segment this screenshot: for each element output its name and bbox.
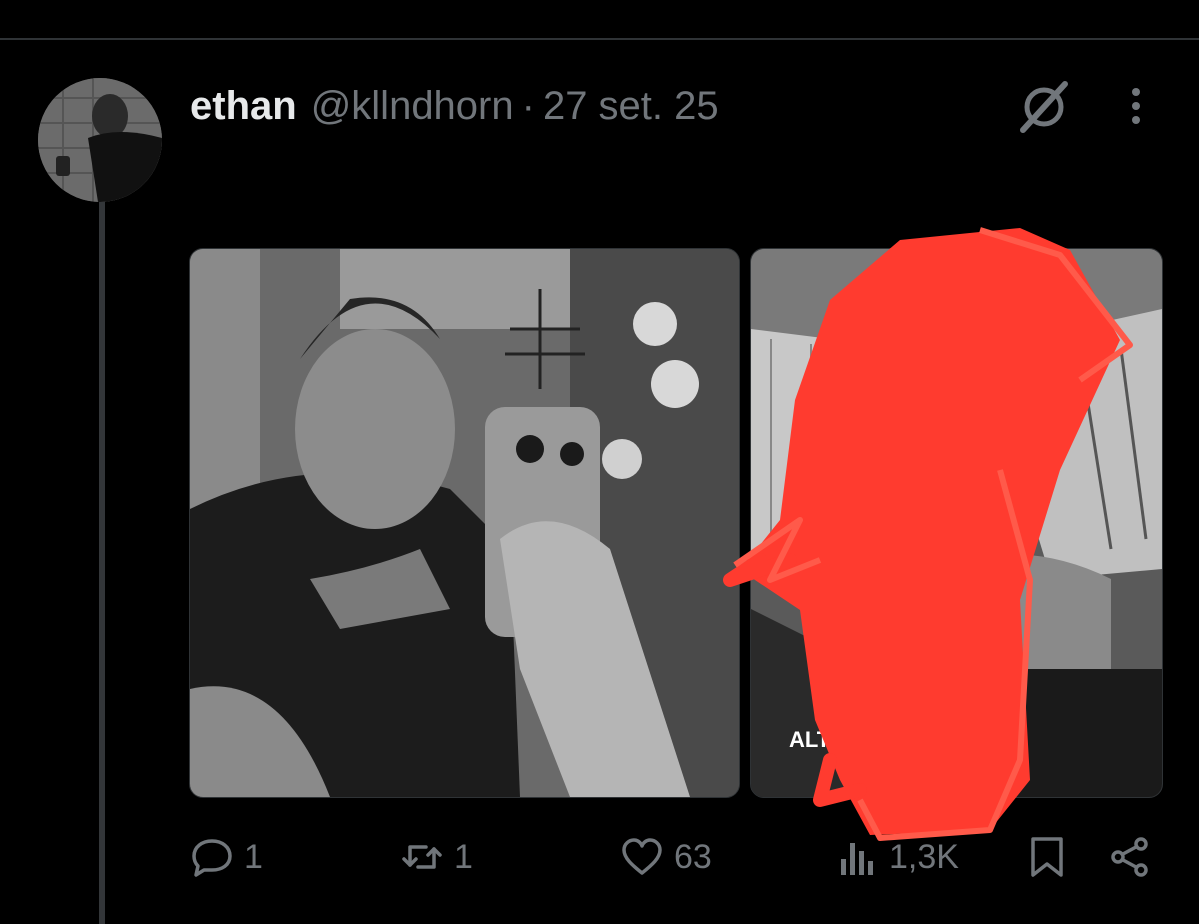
grok-icon[interactable] [1015,78,1073,136]
like-button[interactable]: 63 [620,830,712,884]
author-handle[interactable]: @kllndhorn [311,84,514,129]
retweet-icon [402,845,442,869]
post-date[interactable]: 27 set. 25 [543,84,719,129]
post-header: ethan @kllndhorn · 27 set. 25 [190,80,719,132]
separator-dot: · [521,83,535,128]
avatar[interactable] [38,78,162,202]
views-button[interactable]: 1,3K [835,830,959,884]
alt-badge[interactable]: ALT [789,727,830,753]
reply-count: 1 [244,837,263,876]
share-icon [1111,837,1148,877]
photo-icon [751,249,1162,797]
photo-icon [190,249,739,797]
author-name[interactable]: ethan [190,84,297,129]
thread-line [99,200,105,924]
like-count: 63 [674,837,712,876]
more-icon[interactable] [1118,82,1154,130]
bookmark-icon [1031,837,1063,877]
media-image-1[interactable] [189,248,740,798]
avatar-image [38,78,162,202]
retweet-button[interactable]: 1 [400,830,473,884]
views-count: 1,3K [889,837,959,876]
reply-button[interactable]: 1 [190,830,263,884]
like-icon [622,838,662,875]
share-button[interactable] [1108,830,1162,884]
media-image-2[interactable]: ALT [750,248,1163,798]
bookmark-button[interactable] [1025,830,1079,884]
retweet-count: 1 [454,837,473,876]
views-icon [841,843,873,875]
reply-icon [192,839,232,877]
top-divider [0,38,1199,40]
